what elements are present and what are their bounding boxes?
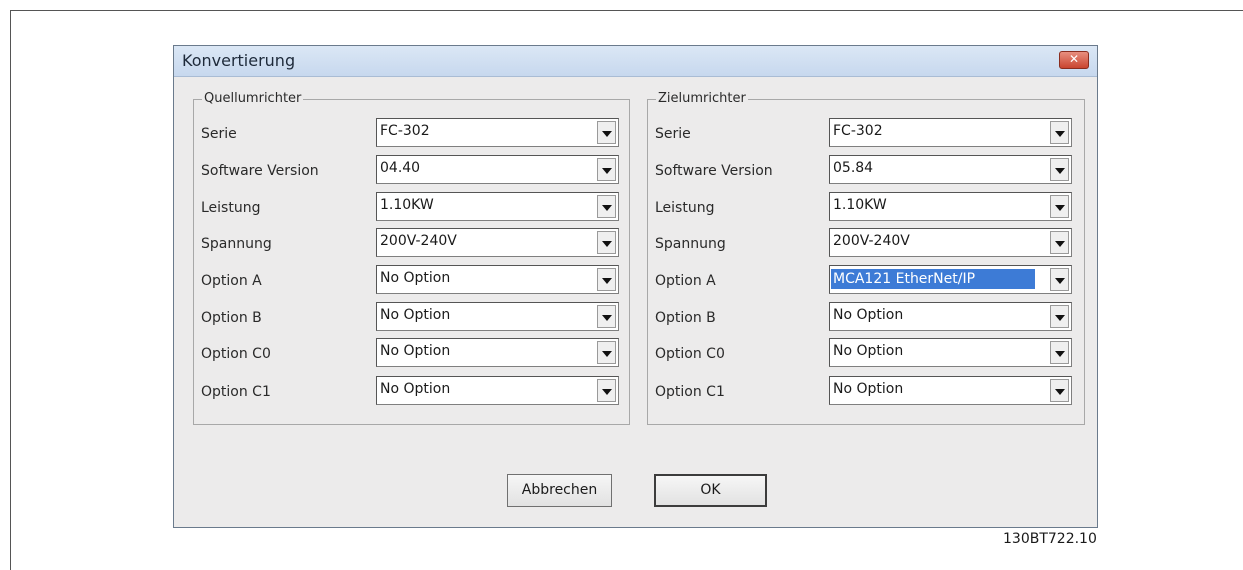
dropdown-arrow-icon[interactable] [597, 305, 616, 328]
dropdown-arrow-icon[interactable] [1050, 195, 1069, 218]
dropdown-arrow-icon[interactable] [1050, 231, 1069, 254]
combo-value: FC-302 [833, 123, 883, 139]
combo-value: No Option [380, 381, 451, 397]
combo-value: FC-302 [380, 123, 430, 139]
target-label-leistung: Leistung [655, 200, 715, 216]
target-combo-software-version[interactable]: 05.84 [829, 155, 1072, 184]
source-combo-serie[interactable]: FC-302 [376, 118, 619, 147]
source-combo-option-c1[interactable]: No Option [376, 376, 619, 405]
target-label-option-c0: Option C0 [655, 346, 725, 362]
combo-value: No Option [833, 343, 904, 359]
source-combo-option-b[interactable]: No Option [376, 302, 619, 331]
title-bar: Konvertierung ✕ [174, 46, 1097, 77]
source-label-serie: Serie [201, 126, 237, 142]
source-label-spannung: Spannung [201, 236, 272, 252]
combo-value: No Option [380, 307, 451, 323]
dropdown-arrow-icon[interactable] [1050, 121, 1069, 144]
source-combo-leistung[interactable]: 1.10KW [376, 192, 619, 221]
source-label-option-b: Option B [201, 310, 262, 326]
source-label-option-c1: Option C1 [201, 384, 271, 400]
combo-value: No Option [380, 343, 451, 359]
source-label-leistung: Leistung [201, 200, 261, 216]
source-combo-spannung[interactable]: 200V-240V [376, 228, 619, 257]
konvertierung-dialog: Konvertierung ✕ Quellumrichter Zielumric… [173, 45, 1098, 528]
source-combo-software-version[interactable]: 04.40 [376, 155, 619, 184]
combo-value: No Option [833, 307, 904, 323]
dropdown-arrow-icon[interactable] [597, 231, 616, 254]
figure-code: 130BT722.10 [1003, 531, 1097, 547]
source-label-option-a: Option A [201, 273, 262, 289]
combo-value: No Option [380, 270, 451, 286]
combo-value: 200V-240V [380, 233, 457, 249]
source-label-option-c0: Option C0 [201, 346, 271, 362]
combo-value: 04.40 [380, 160, 421, 176]
combo-value: 1.10KW [380, 197, 434, 213]
target-combo-serie[interactable]: FC-302 [829, 118, 1072, 147]
target-label-serie: Serie [655, 126, 691, 142]
dropdown-arrow-icon[interactable] [597, 195, 616, 218]
target-combo-option-c0[interactable]: No Option [829, 338, 1072, 367]
target-combo-option-a[interactable]: MCA121 EtherNet/IP [829, 265, 1072, 294]
target-label-option-a: Option A [655, 273, 716, 289]
combo-value: MCA121 EtherNet/IP [831, 269, 1035, 289]
frame-border-top [10, 10, 1243, 11]
dropdown-arrow-icon[interactable] [597, 268, 616, 291]
close-button[interactable]: ✕ [1059, 51, 1089, 69]
target-label-option-b: Option B [655, 310, 716, 326]
dropdown-arrow-icon[interactable] [597, 341, 616, 364]
source-combo-option-c0[interactable]: No Option [376, 338, 619, 367]
dropdown-arrow-icon[interactable] [597, 379, 616, 402]
target-combo-option-c1[interactable]: No Option [829, 376, 1072, 405]
dropdown-arrow-icon[interactable] [597, 121, 616, 144]
target-combo-spannung[interactable]: 200V-240V [829, 228, 1072, 257]
cancel-button[interactable]: Abbrechen [507, 474, 612, 507]
dialog-title: Konvertierung [182, 51, 296, 70]
ok-button[interactable]: OK [654, 474, 767, 507]
dropdown-arrow-icon[interactable] [1050, 341, 1069, 364]
dropdown-arrow-icon[interactable] [1050, 379, 1069, 402]
target-label-option-c1: Option C1 [655, 384, 725, 400]
combo-value: 05.84 [833, 160, 874, 176]
dropdown-arrow-icon[interactable] [1050, 305, 1069, 328]
dropdown-arrow-icon[interactable] [1050, 268, 1069, 291]
target-label-spannung: Spannung [655, 236, 726, 252]
target-combo-leistung[interactable]: 1.10KW [829, 192, 1072, 221]
dropdown-arrow-icon[interactable] [1050, 158, 1069, 181]
close-icon: ✕ [1068, 52, 1080, 66]
combo-value: No Option [833, 381, 904, 397]
frame-border-left [10, 10, 11, 570]
source-combo-option-a[interactable]: No Option [376, 265, 619, 294]
source-label-software-version: Software Version [201, 163, 319, 179]
source-group-label: Quellumrichter [202, 91, 304, 106]
combo-value: 1.10KW [833, 197, 887, 213]
target-combo-option-b[interactable]: No Option [829, 302, 1072, 331]
target-group-label: Zielumrichter [656, 91, 748, 106]
combo-value: 200V-240V [833, 233, 910, 249]
dropdown-arrow-icon[interactable] [597, 158, 616, 181]
target-label-software-version: Software Version [655, 163, 773, 179]
